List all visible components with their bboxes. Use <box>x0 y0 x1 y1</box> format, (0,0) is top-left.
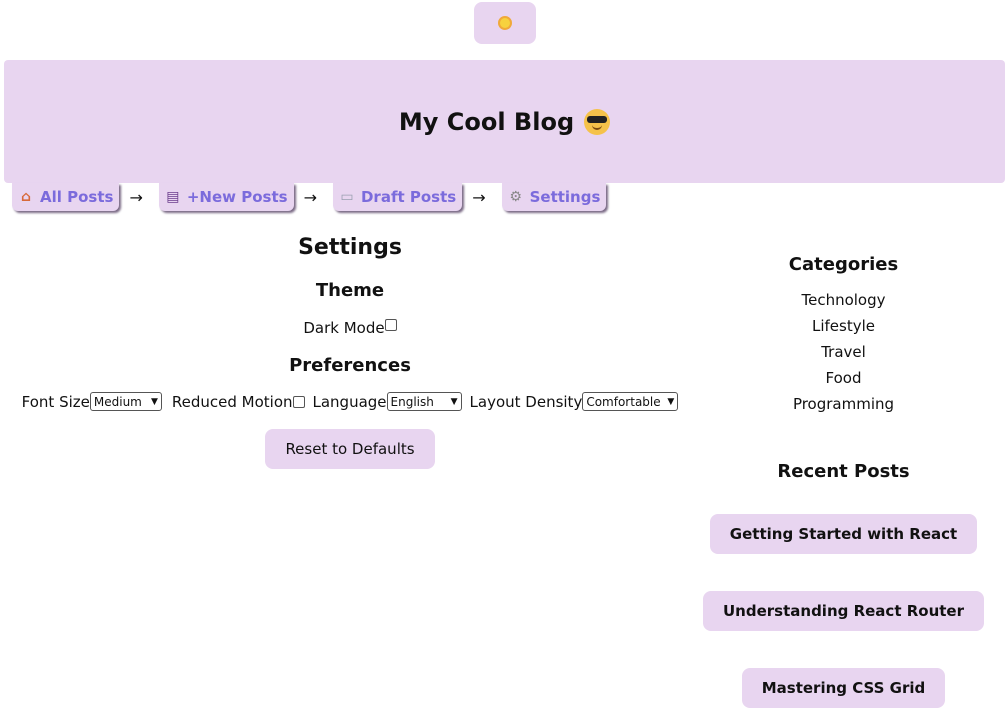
nav-draft-posts[interactable]: ▭ Draft Posts <box>332 183 463 211</box>
category-item[interactable]: Travel <box>700 339 987 365</box>
nav-new-posts-label: +New Posts <box>186 188 288 206</box>
sun-icon <box>498 16 512 30</box>
category-item[interactable]: Lifestyle <box>700 313 987 339</box>
font-size-label: Font Size <box>21 392 90 411</box>
preferences-row: Font Size Medium ▼ Reduced Motion Langua… <box>0 392 700 411</box>
layout-density-value: Comfortable <box>586 394 661 409</box>
chevron-down-icon: ▼ <box>450 396 458 407</box>
nav-settings-label: Settings <box>529 188 601 206</box>
font-size-value: Medium <box>93 394 142 409</box>
dark-mode-label: Dark Mode <box>303 319 385 337</box>
preferences-heading: Preferences <box>289 355 411 376</box>
recent-post-button[interactable]: Mastering CSS Grid <box>741 668 946 708</box>
site-title-text: My Cool Blog <box>398 107 575 136</box>
nav-arrow: → <box>129 187 143 207</box>
layout-density-select[interactable]: Comfortable ▼ <box>582 392 679 411</box>
page-title: Settings <box>298 235 402 260</box>
site-title: My Cool Blog <box>398 107 611 136</box>
sidebar: Categories Technology Lifestyle Travel F… <box>700 254 987 708</box>
reset-defaults-button[interactable]: Reset to Defaults <box>265 429 435 469</box>
chevron-down-icon: ▼ <box>150 396 158 407</box>
gear-icon: ⚙ <box>509 189 522 205</box>
category-item[interactable]: Programming <box>700 391 987 417</box>
recent-post-button[interactable]: Getting Started with React <box>709 514 978 554</box>
notebook-icon: ▤ <box>166 189 180 205</box>
theme-toggle-button[interactable] <box>474 2 536 44</box>
draft-icon: ▭ <box>340 189 354 205</box>
font-size-select[interactable]: Medium ▼ <box>89 392 162 411</box>
language-select[interactable]: English ▼ <box>386 392 462 411</box>
dark-mode-checkbox[interactable] <box>384 319 397 331</box>
categories-heading: Categories <box>788 254 899 275</box>
theme-heading: Theme <box>315 280 385 301</box>
breadcrumb-nav: ⌂ All Posts → ▤ +New Posts → ▭ Draft Pos… <box>12 183 607 211</box>
reduced-motion-checkbox[interactable] <box>292 395 305 408</box>
nav-all-posts[interactable]: ⌂ All Posts <box>12 183 120 211</box>
cool-face-icon <box>584 108 611 135</box>
nav-all-posts-label: All Posts <box>40 188 114 206</box>
reduced-motion-label: Reduced Motion <box>171 392 293 411</box>
settings-panel: Settings Theme Dark Mode Preferences Fon… <box>0 235 700 469</box>
category-item[interactable]: Food <box>700 365 987 391</box>
site-header: My Cool Blog <box>4 60 1005 183</box>
nav-new-posts[interactable]: ▤ +New Posts <box>158 183 294 211</box>
nav-draft-posts-label: Draft Posts <box>360 188 457 206</box>
home-icon: ⌂ <box>20 189 32 205</box>
language-value: English <box>390 394 434 409</box>
layout-density-label: Layout Density <box>469 392 583 411</box>
category-item[interactable]: Technology <box>700 287 987 313</box>
recent-posts-heading: Recent Posts <box>777 461 910 482</box>
language-label: Language <box>312 392 387 411</box>
chevron-down-icon: ▼ <box>667 396 675 407</box>
nav-settings[interactable]: ⚙ Settings <box>501 183 607 211</box>
nav-arrow: → <box>303 187 317 207</box>
nav-arrow: → <box>472 187 486 207</box>
categories-list: Technology Lifestyle Travel Food Program… <box>700 287 987 417</box>
recent-post-button[interactable]: Understanding React Router <box>703 591 984 631</box>
dark-mode-row: Dark Mode <box>0 319 700 337</box>
